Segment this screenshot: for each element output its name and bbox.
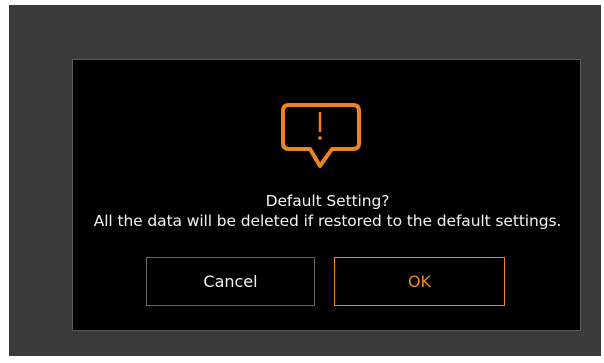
default-setting-dialog: Default Setting? All the data will be de…	[72, 59, 581, 331]
cancel-button[interactable]: Cancel	[146, 257, 315, 306]
ok-button[interactable]: OK	[334, 257, 505, 306]
cancel-button-label: Cancel	[203, 272, 258, 291]
ok-button-label: OK	[407, 272, 432, 291]
screen-background: Default Setting? All the data will be de…	[9, 5, 601, 356]
alert-speech-bubble-icon	[281, 103, 361, 168]
dialog-message: Default Setting? All the data will be de…	[73, 191, 582, 231]
dialog-title: Default Setting?	[265, 192, 390, 210]
dialog-warning-text: All the data will be deleted if restored…	[93, 212, 562, 230]
